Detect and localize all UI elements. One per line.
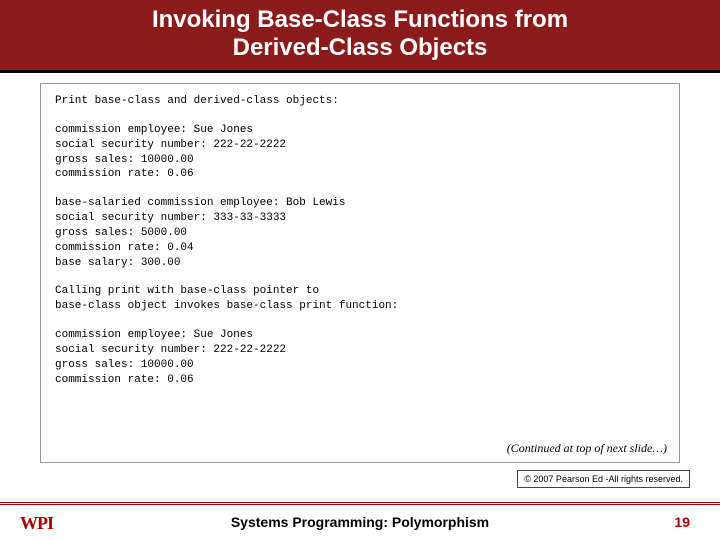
footer-divider-inner [0,504,720,505]
output-block-1: Print base-class and derived-class objec… [55,94,665,109]
output-block-5: commission employee: Sue Jones social se… [55,328,665,387]
slide-title: Invoking Base-Class Functions from Deriv… [0,0,720,73]
footer-title: Systems Programming: Polymorphism [0,514,720,530]
title-line-1: Invoking Base-Class Functions from [20,6,700,34]
output-block-3: base-salaried commission employee: Bob L… [55,196,665,270]
copyright-notice: © 2007 Pearson Ed -All rights reserved. [517,470,690,488]
output-block-2: commission employee: Sue Jones social se… [55,123,665,182]
page-number: 19 [674,514,690,530]
continued-note: (Continued at top of next slide…) [507,440,667,456]
title-line-2: Derived-Class Objects [20,34,700,62]
output-block-4: Calling print with base-class pointer to… [55,284,665,314]
program-output-box: Print base-class and derived-class objec… [40,83,680,463]
